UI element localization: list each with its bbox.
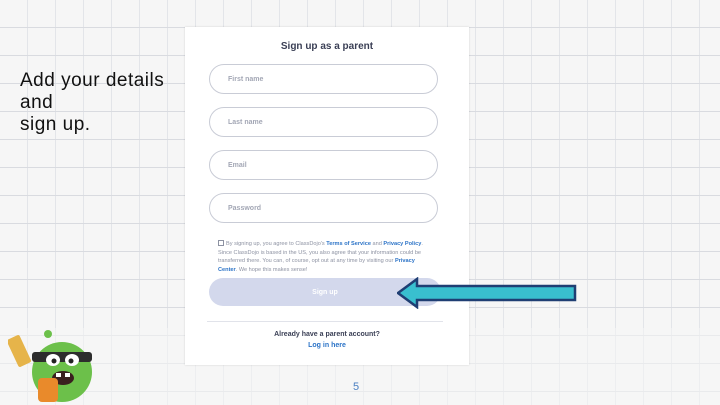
parent-signup-form: Sign up as a parent First name Last name… <box>185 27 469 365</box>
last-name-field[interactable]: Last name <box>209 107 438 137</box>
classdojo-monster-mascot-icon <box>8 330 92 402</box>
page-number: 5 <box>353 381 360 393</box>
email-placeholder: Email <box>228 161 247 169</box>
email-field[interactable]: Email <box>209 150 438 180</box>
first-name-field[interactable]: First name <box>209 64 438 94</box>
already-have-account-text: Already have a parent account? <box>274 331 380 338</box>
caption-line: Add your details <box>20 70 165 91</box>
password-field[interactable]: Password <box>209 193 438 223</box>
signup-button-label: Sign up <box>312 288 338 296</box>
terms-checkbox[interactable] <box>218 240 224 246</box>
terms-text: and <box>370 241 384 247</box>
privacy-policy-link[interactable]: Privacy Policy <box>383 241 421 247</box>
terms-of-service-link[interactable]: Terms of Service <box>326 241 371 247</box>
divider <box>207 321 443 322</box>
terms-notice: By signing up, you agree to ClassDojo's … <box>218 240 430 274</box>
first-name-placeholder: First name <box>228 75 264 83</box>
form-title: Sign up as a parent <box>280 41 374 52</box>
password-placeholder: Password <box>228 204 262 212</box>
caption-line: sign up. <box>20 114 91 135</box>
caption-line: and <box>20 92 54 113</box>
slide-caption: Add your details and sign up. <box>20 70 190 136</box>
terms-text: . We hope this makes sense! <box>235 266 308 273</box>
last-name-placeholder: Last name <box>228 118 263 126</box>
terms-text: By signing up, you agree to ClassDojo's <box>226 241 327 247</box>
pointer-arrow-icon <box>397 277 577 309</box>
login-link[interactable]: Log in here <box>185 342 469 349</box>
